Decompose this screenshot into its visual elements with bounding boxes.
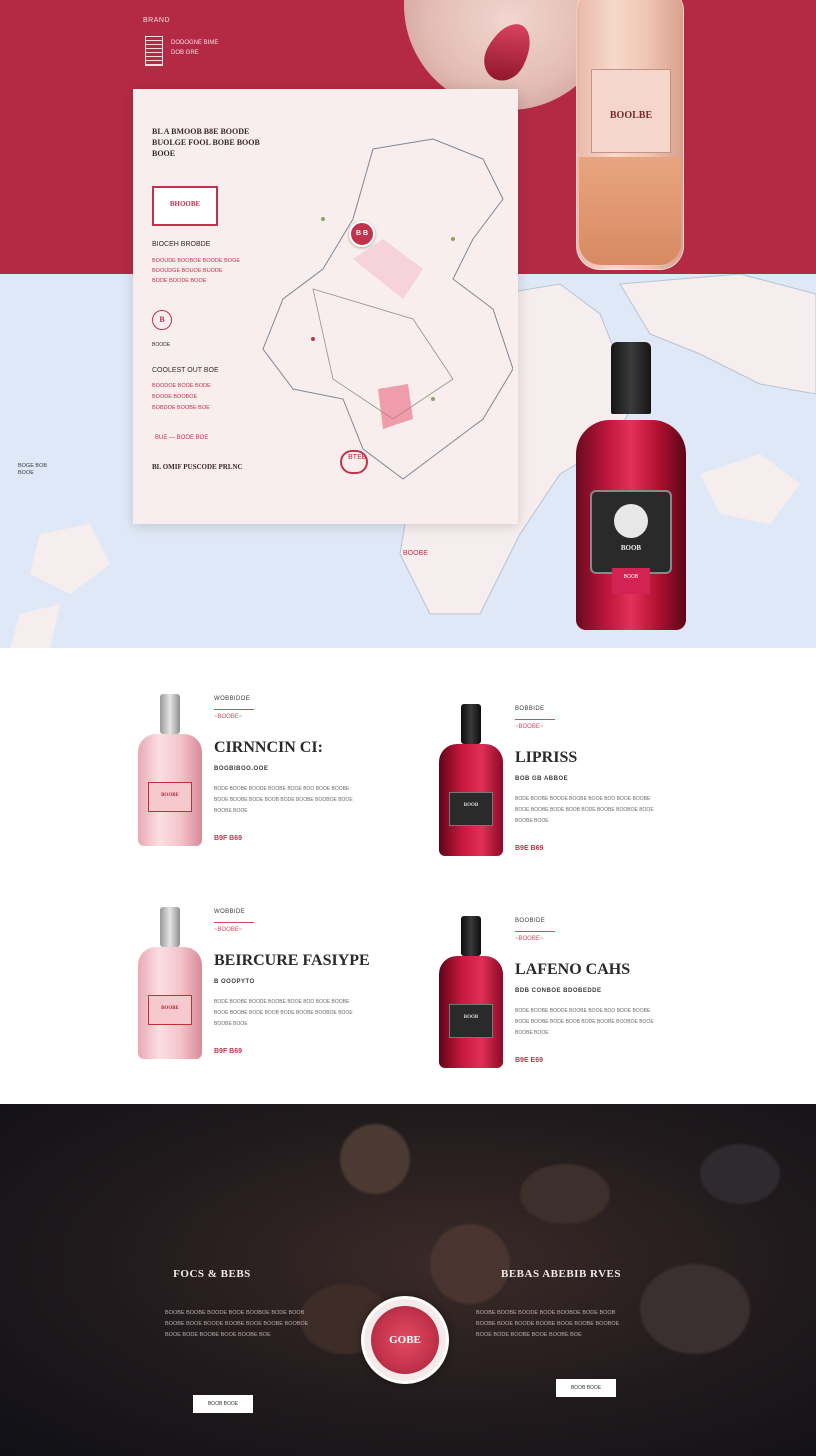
product-price: B9E B69 (515, 845, 544, 852)
red-bottle-image: BOOB (439, 916, 503, 1068)
background-texture (340, 1124, 410, 1194)
footer-right-text: BOOBE BOOBE BOODE BOOE BOOBOE BODE BOOB … (476, 1310, 620, 1338)
bottle-tag: BOOB (612, 568, 650, 594)
product-name[interactable]: CIRNNCIN CI: (214, 739, 323, 757)
map-card: BTEB BL A BMOOB B8E BOODE BUOLGE FOOL BO… (133, 89, 518, 524)
map-card-title: BL A BMOOB B8E BOODE BUOLGE FOOL BOBE BO… (152, 127, 260, 158)
rose-bottle-image: BOOLBE (576, 0, 684, 270)
map-card-stamp: BHOOBE (152, 186, 218, 226)
product-name[interactable]: BEIRCURE FASIYPE (214, 952, 370, 970)
product-category: BOOBIDE (515, 918, 546, 924)
product-ornament: ~BOOBE~ (515, 724, 544, 730)
seal-logo: GOBE (361, 1296, 449, 1384)
product-ornament: ~BOOBE~ (515, 936, 544, 942)
map-card-lines: BOOUDE BOOBOE BOODE BOGE BOOUDGE BOUOE B… (152, 258, 241, 284)
product-category: WOBBIDE (214, 909, 246, 915)
product-price: B9F B69 (214, 1048, 243, 1055)
footer-left-text: BOOBE BOOBE BOODE BOOE BOOBOE BODE BOOB … (165, 1310, 309, 1338)
seal-text: GOBE (371, 1306, 439, 1374)
footer-left-column: FOCS & BEBS BOOBE BOOBE BOODE BOOE BOOBO… (127, 1268, 308, 1341)
bottle-label: BOOB (449, 792, 493, 826)
map-card-subheading-2: COOLEST OUT BOE (152, 367, 219, 374)
divider (214, 709, 254, 710)
product-card[interactable]: BOOB BOBBIDE ~BOOBE~ LIPRISS BOB GB ABBO… (439, 704, 739, 874)
product-subtitle: BOGBIBOO.OOE (214, 766, 269, 772)
product-card[interactable]: BOOB BOOBIDE ~BOOBE~ LAFENO CAHS BDB CON… (439, 916, 739, 1086)
product-card[interactable]: BOOBE WOBBIDE ~BOOBE~ BEIRCURE FASIYPE B… (138, 907, 438, 1077)
product-ornament: ~BOOBE~ (214, 714, 243, 720)
map-card-footer: BL OMIF PUSCODE PRLNC (152, 463, 243, 471)
pink-bottle-image: BOOBE (138, 694, 202, 846)
product-category: BOBBIDE (515, 706, 545, 712)
divider (515, 719, 555, 720)
region-map: BTEB (262, 138, 513, 480)
map-pin-icon[interactable]: B B (349, 221, 375, 247)
bottle-label: BOOBE (148, 995, 192, 1025)
product-description: BODE BOOBE BOODE BOOBE BOOE BOO BOOE BOO… (214, 786, 353, 814)
rose-bottle-label: BOOLBE (591, 69, 671, 153)
hero-section: BOOLBE BRAND DODOGNE BIME DOB GRE BTEB B… (0, 0, 816, 648)
product-description: BODE BOOBE BOODE BOOBE BOOE BOO BOOE BOO… (515, 796, 654, 824)
map-card-circle-mark: B (152, 310, 172, 330)
brand-label: BRAND (143, 17, 171, 24)
footer-left-button[interactable]: BOOB BOOE (193, 1395, 253, 1413)
divider (515, 931, 555, 932)
product-price: B9E E69 (515, 1057, 544, 1064)
divider (214, 922, 254, 923)
product-card[interactable]: BOOBE WOBBIDOE ~BOOBE~ CIRNNCIN CI: BOGB… (138, 694, 438, 864)
footer-section: FOCS & BEBS BOOBE BOOBE BOODE BOOE BOOBO… (0, 1104, 816, 1456)
brand-logo (145, 36, 163, 66)
crest-icon (614, 504, 648, 538)
bottle-neck (611, 342, 651, 414)
products-section: BOOBE WOBBIDOE ~BOOBE~ CIRNNCIN CI: BOGB… (0, 648, 816, 1104)
map-card-lines-2: BOODOE BOOE BODE BOODE BOOBOE BOBDOE BOO… (152, 383, 211, 411)
product-category: WOBBIDOE (214, 696, 251, 702)
product-subtitle: BOB GB ABBOE (515, 776, 569, 782)
footer-right-title: BEBAS ABEBIB RVES (501, 1268, 621, 1280)
product-description: BODE BOOBE BOODE BOOBE BOOE BOO BOOE BOO… (214, 999, 353, 1027)
map-side-label: BOGE BOB BOOE (18, 463, 48, 476)
map-card-scribble: BUE — BOOE BOE (155, 435, 209, 441)
map-card-subheading: BIOCEH BROBDE (152, 241, 211, 248)
pink-bottle-image: BOOBE (138, 907, 202, 1059)
product-name[interactable]: LAFENO CAHS (515, 961, 630, 979)
featured-red-bottle-image: BOOB BOOB (576, 342, 686, 630)
product-name[interactable]: LIPRISS (515, 749, 577, 767)
map-card-rule: BOODE (152, 342, 171, 348)
bottle-label: BOOB (590, 490, 672, 574)
product-description: BODE BOOBE BOODE BOOBE BOOE BOO BOOE BOO… (515, 1008, 654, 1036)
map-stamp: BTEB (348, 453, 367, 461)
map-region-label: BOOBE (403, 550, 428, 557)
red-bottle-image: BOOB (439, 704, 503, 856)
bottle-label: BOOB (449, 1004, 493, 1038)
footer-left-title: FOCS & BEBS (173, 1268, 251, 1280)
product-price: B9F B69 (214, 835, 243, 842)
footer-right-button[interactable]: BOOB BOOE (556, 1379, 616, 1397)
product-ornament: ~BOOBE~ (214, 927, 243, 933)
brand-tagline: DODOGNE BIME DOB GRE (171, 40, 219, 56)
bottle-label: BOOBE (148, 782, 192, 812)
product-subtitle: BDB CONBOE BDOBEDDE (515, 988, 602, 994)
product-subtitle: B OOOPYTO (214, 979, 255, 985)
footer-right-column: BEBAS ABEBIB RVES BOOBE BOOBE BOODE BOOE… (476, 1268, 646, 1341)
rose-bottle-liquid (579, 157, 681, 265)
